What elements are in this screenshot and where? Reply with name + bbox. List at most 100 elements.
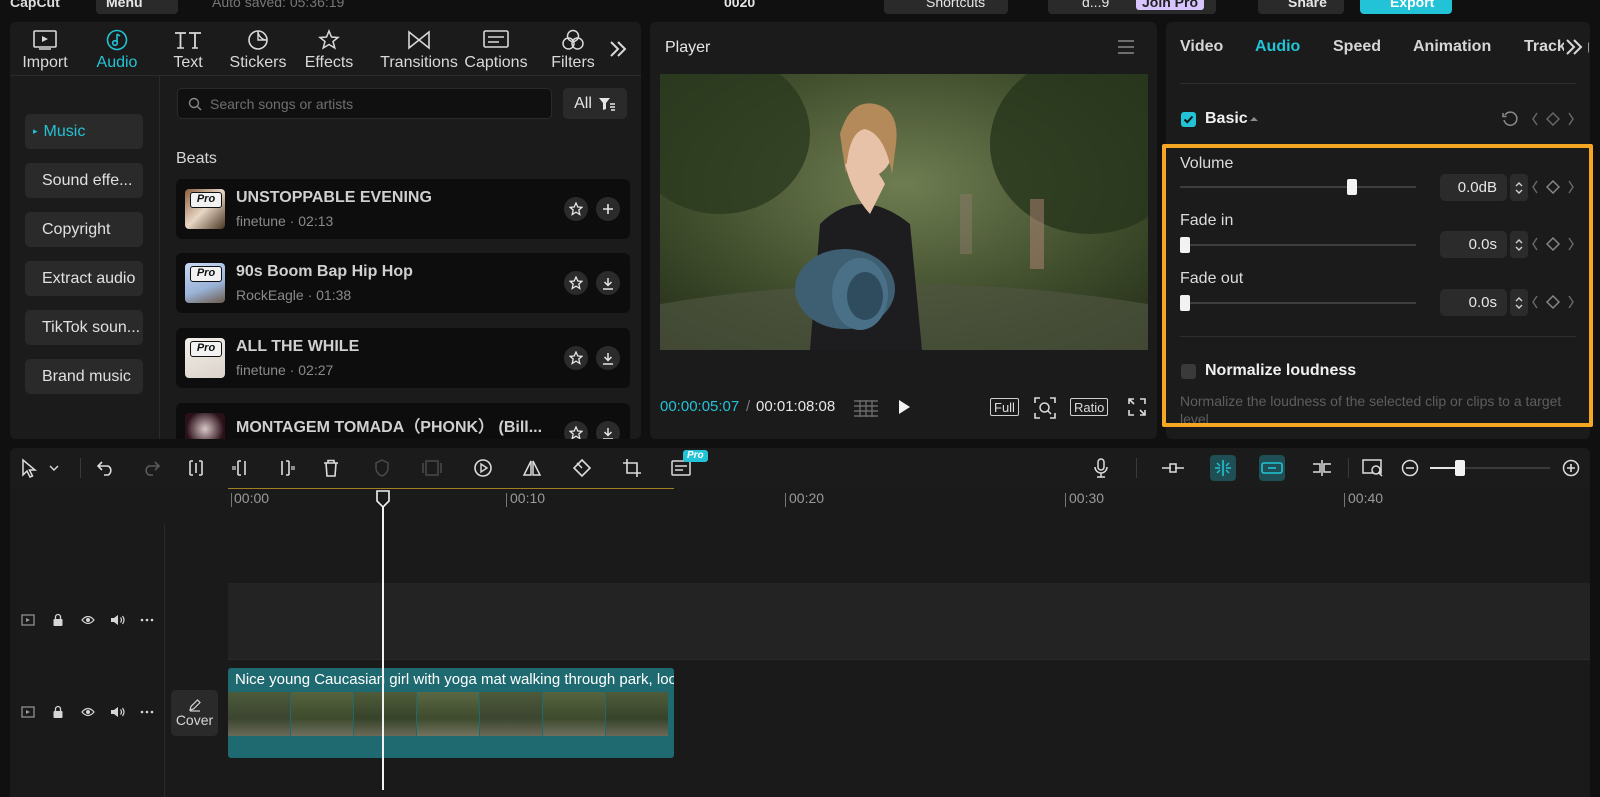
play-icon[interactable] [897,399,911,415]
tab-animation[interactable]: Animation [1413,38,1513,56]
split-view-icon[interactable] [1309,455,1335,481]
tool-import[interactable]: Import [10,26,80,72]
favorite-button[interactable] [564,197,588,221]
add-button[interactable] [596,197,620,221]
zoom-fit-icon[interactable] [1034,397,1056,419]
auto-snap-icon[interactable] [1259,455,1285,481]
sidebar-item-extract-audio[interactable]: Extract audio [25,261,143,296]
edit-pencil-icon [171,690,218,712]
ratio-button[interactable]: Ratio [1070,398,1109,416]
tool-captions[interactable]: Captions [456,26,536,72]
tool-effects[interactable]: Effects [294,26,364,72]
empty-track[interactable] [228,583,1590,659]
menu-button[interactable]: Menu [96,0,178,14]
song-item-clipped[interactable]: MONTAGEM TOMADA（PHONK） (Bill... [176,403,630,439]
clip-thumbnail [543,692,605,736]
search-input[interactable]: Search songs or artists [177,88,552,119]
favorite-button[interactable] [564,421,588,439]
reset-icon[interactable] [1501,110,1519,128]
basic-checkbox[interactable] [1181,112,1196,127]
song-item[interactable]: Pro ALL THE WHILE finetune · 02:27 [176,328,630,388]
video-preview[interactable] [660,74,1148,350]
clip-thumbnail [606,692,668,736]
sidebar-item-music[interactable]: ▸ Music [25,114,143,149]
chevron-down-icon[interactable] [46,455,62,481]
preview-zoom-icon[interactable] [1360,455,1386,481]
trash-icon[interactable] [318,455,344,481]
delete-left-icon[interactable] [228,455,254,481]
playhead-line[interactable] [382,506,384,790]
magnet-snap-icon[interactable] [1210,455,1236,481]
download-button[interactable] [596,421,620,439]
microphone-icon[interactable] [1088,455,1114,481]
user-label: d...9 [1082,0,1110,10]
join-pro-button[interactable]: Join Pro [1136,0,1205,10]
user-pill[interactable]: d...9 Join Pro [1048,0,1216,14]
zoom-out-icon[interactable] [1397,455,1423,481]
sidebar-item-sound-effects[interactable]: Sound effe... [25,163,143,198]
project-name[interactable]: 0020 [724,0,755,10]
fullscreen-icon[interactable] [1128,398,1146,416]
shield-icon[interactable] [369,455,395,481]
favorite-button[interactable] [564,346,588,370]
tool-stickers[interactable]: Stickers [223,26,293,72]
song-title: ALL THE WHILE [236,338,360,355]
sidebar-item-tiktok-sounds[interactable]: TikTok soun... [25,310,143,345]
menu-lines-icon[interactable] [1117,40,1135,54]
split-icon[interactable] [183,455,209,481]
captions-icon [456,26,536,54]
delete-right-icon[interactable] [273,455,299,481]
eye-icon[interactable] [79,611,97,629]
share-button[interactable]: Share [1258,0,1344,14]
download-button[interactable] [596,271,620,295]
timeline-grid-icon[interactable] [852,398,880,418]
import-icon [10,26,80,54]
collapse-caret-icon[interactable] [1249,116,1259,122]
tab-audio[interactable]: Audio [1255,38,1300,56]
track-video-icon[interactable] [19,611,37,629]
export-button[interactable]: Export [1360,0,1452,14]
download-button[interactable] [596,346,620,370]
keyframe-nav-icon[interactable] [1532,111,1574,127]
crop-icon[interactable] [619,455,645,481]
cover-button[interactable]: Cover [171,690,218,736]
tab-speed[interactable]: Speed [1333,38,1381,56]
undo-icon[interactable] [93,455,119,481]
full-button[interactable]: Full [990,398,1019,416]
freeze-frame-icon[interactable] [419,455,445,481]
more-options-icon[interactable] [138,703,156,721]
track-video-icon[interactable] [19,703,37,721]
eye-icon[interactable] [79,703,97,721]
speaker-icon[interactable] [109,611,127,629]
lock-icon[interactable] [49,611,67,629]
more-tabs-icon[interactable] [1564,38,1588,60]
tool-transitions[interactable]: Transitions [374,26,464,72]
song-item[interactable]: Pro UNSTOPPABLE EVENING finetune · 02:13 [176,179,630,239]
sidebar-item-copyright[interactable]: Copyright [25,212,143,247]
select-cursor-icon[interactable] [16,455,42,481]
tab-video[interactable]: Video [1180,38,1223,56]
zoom-in-icon[interactable] [1558,455,1584,481]
more-options-icon[interactable] [138,611,156,629]
speed-icon[interactable] [470,455,496,481]
filter-button[interactable]: All [563,88,627,119]
tool-filters[interactable]: Filters [538,26,608,72]
video-clip[interactable]: Nice young Caucasian girl with yoga mat … [228,668,674,758]
song-item[interactable]: Pro 90s Boom Bap Hip Hop RockEagle · 01:… [176,253,630,313]
stickers-icon [223,26,293,54]
rotate-icon[interactable] [569,455,595,481]
ruler-tick [231,493,232,507]
lock-icon[interactable] [49,703,67,721]
mirror-icon[interactable] [519,455,545,481]
speaker-icon[interactable] [109,703,127,721]
zoom-slider-handle[interactable] [1455,460,1465,476]
sidebar-item-brand-music[interactable]: Brand music [25,359,143,394]
redo-icon[interactable] [138,455,164,481]
shortcuts-button[interactable]: Shortcuts [884,0,1008,14]
song-item[interactable]: MONTAGEM TOMADA（PHONK） (Bill... [176,403,630,439]
more-tools-icon[interactable] [608,40,628,58]
tool-audio[interactable]: Audio [82,26,152,72]
tool-text[interactable]: Text [153,26,223,72]
favorite-button[interactable] [564,271,588,295]
link-clips-icon[interactable] [1160,455,1186,481]
